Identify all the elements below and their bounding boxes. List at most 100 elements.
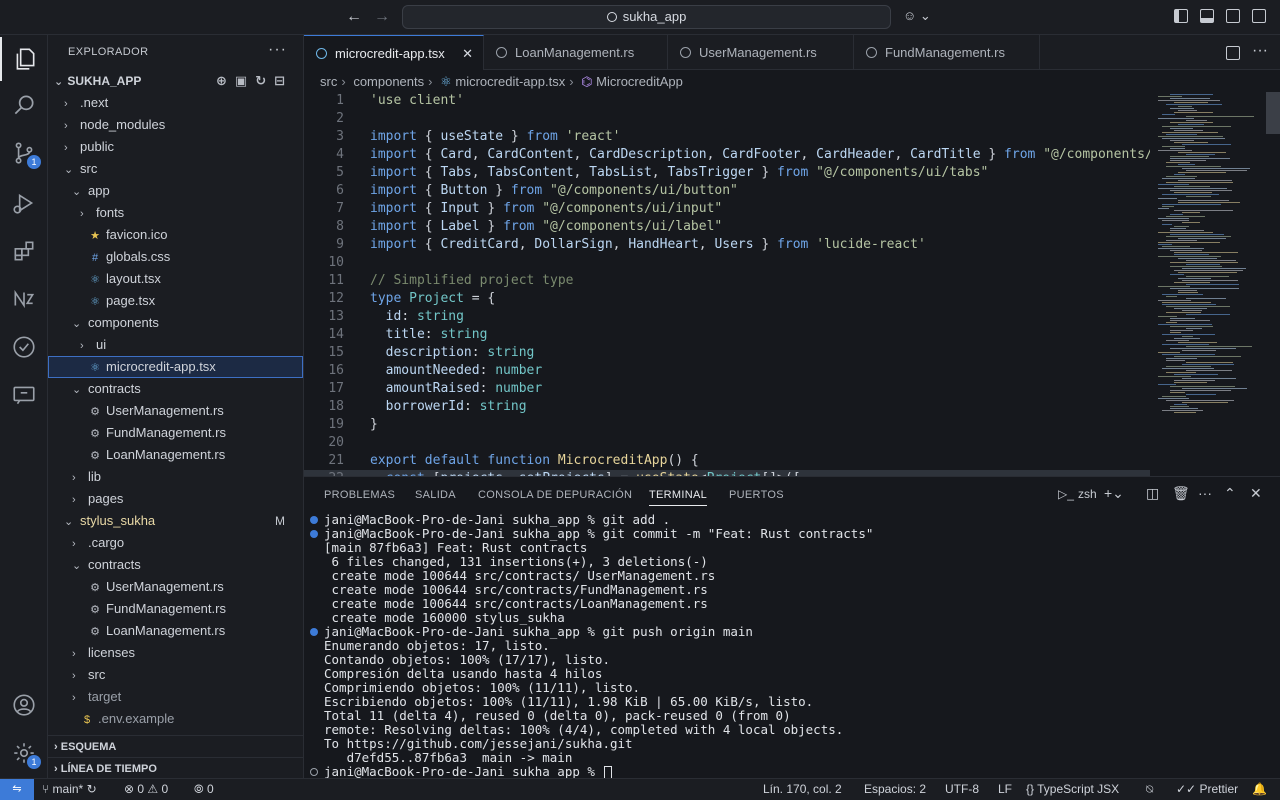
- more-actions-icon[interactable]: ···: [1252, 42, 1268, 60]
- tab-user-management[interactable]: UserManagement.rs: [668, 35, 854, 70]
- branch-status[interactable]: ⑂ main* ↻: [42, 779, 97, 800]
- tree-item[interactable]: › lib: [48, 466, 303, 488]
- explorer-actions[interactable]: ⊕▣↻⊟: [216, 70, 293, 92]
- tree-item[interactable]: ⌄ app: [48, 180, 303, 202]
- tree-item[interactable]: › licenses: [48, 642, 303, 664]
- tree-item[interactable]: › fonts: [48, 202, 303, 224]
- back-arrow-icon[interactable]: ←: [346, 8, 362, 26]
- breadcrumb-item[interactable]: src: [320, 74, 337, 89]
- tab-fund-management[interactable]: FundManagement.rs: [854, 35, 1040, 70]
- tree-item[interactable]: $ .env.example: [48, 708, 303, 730]
- tree-item[interactable]: › pages: [48, 488, 303, 510]
- toggle-secondary-sidebar-icon[interactable]: [1226, 9, 1240, 23]
- customize-layout-icon[interactable]: [1252, 9, 1266, 23]
- tree-item[interactable]: ⚛ layout.tsx: [48, 268, 303, 290]
- tree-item[interactable]: › .next: [48, 92, 303, 114]
- tree-item[interactable]: ⚙ LoanManagement.rs: [48, 620, 303, 642]
- account-icon[interactable]: [0, 683, 48, 727]
- more-actions-icon[interactable]: ···: [1198, 485, 1212, 501]
- split-editor-icon[interactable]: [1226, 46, 1240, 60]
- tree-item[interactable]: ⌄ src: [48, 158, 303, 180]
- tab-loan-management[interactable]: LoanManagement.rs: [484, 35, 668, 70]
- code-line: 1 'use client': [304, 92, 1150, 110]
- forward-arrow-icon[interactable]: →: [374, 8, 390, 26]
- tab-problems[interactable]: PROBLEMAS: [324, 489, 395, 501]
- tree-item[interactable]: › public: [48, 136, 303, 158]
- tree-item[interactable]: ⌄ stylus_sukha M: [48, 510, 303, 532]
- search-view-icon[interactable]: [0, 83, 48, 127]
- tree-item[interactable]: › node_modules: [48, 114, 303, 136]
- tree-item-label: app: [88, 183, 110, 198]
- minimap-line: [1166, 166, 1221, 167]
- editor-scrollbar[interactable]: [1266, 92, 1280, 134]
- tree-item[interactable]: › ui: [48, 334, 303, 356]
- tree-item[interactable]: ⚙ UserManagement.rs: [48, 576, 303, 598]
- ports-status[interactable]: ⦾ 0: [194, 779, 214, 800]
- workspace-root[interactable]: ⌄ SUKHA_APP ⊕▣↻⊟: [48, 70, 303, 92]
- tab-terminal[interactable]: TERMINAL: [649, 489, 708, 506]
- new-terminal-icon[interactable]: +⌄: [1104, 485, 1124, 502]
- tree-item[interactable]: ⚙ LoanManagement.rs: [48, 444, 303, 466]
- breadcrumb-item[interactable]: microcredit-app.tsx: [455, 74, 565, 89]
- run-debug-icon[interactable]: [0, 181, 48, 225]
- remote-indicator-icon[interactable]: ⇋: [0, 779, 34, 800]
- tree-item[interactable]: ⚛ microcredit-app.tsx: [48, 356, 303, 378]
- cursor-position[interactable]: Lín. 170, col. 2: [763, 779, 842, 800]
- breadcrumb-item[interactable]: MicrocreditApp: [596, 74, 683, 89]
- tree-item[interactable]: # globals.css: [48, 246, 303, 268]
- tab-ports[interactable]: PUERTOS: [729, 489, 784, 501]
- end-of-line[interactable]: LF: [998, 779, 1012, 800]
- tree-item[interactable]: ⌄ contracts: [48, 554, 303, 576]
- extensions-icon[interactable]: [0, 229, 48, 273]
- explorer-icon[interactable]: [0, 37, 48, 81]
- tree-item[interactable]: › src: [48, 664, 303, 686]
- bell-off-icon[interactable]: ⍉: [1146, 779, 1153, 800]
- tree-item[interactable]: › target: [48, 686, 303, 708]
- settings-gear-icon[interactable]: 1: [0, 731, 48, 775]
- chat-icon[interactable]: [0, 373, 48, 417]
- command-center-search[interactable]: sukha_app: [402, 5, 891, 29]
- problems-status[interactable]: ⊗ 0 ⚠ 0: [124, 779, 168, 800]
- timeline-section[interactable]: › LÍNEA DE TIEMPO: [48, 757, 303, 779]
- split-terminal-icon[interactable]: ◫: [1146, 485, 1159, 502]
- outline-section[interactable]: › ESQUEMA: [48, 735, 303, 757]
- code-editor[interactable]: 1 'use client' 2 3 import { useState } from …: [304, 92, 1150, 476]
- tab-output[interactable]: SALIDA: [415, 489, 456, 501]
- copilot-icon[interactable]: ☺ ⌄: [903, 8, 931, 24]
- tree-item[interactable]: ⚛ page.tsx: [48, 290, 303, 312]
- minimap[interactable]: [1150, 92, 1266, 476]
- breadcrumb-item[interactable]: components: [353, 74, 424, 89]
- minimap-line: [1162, 114, 1175, 115]
- remote-explorer-icon[interactable]: [0, 277, 48, 321]
- toggle-primary-sidebar-icon[interactable]: [1174, 9, 1188, 23]
- indentation[interactable]: Espacios: 2: [864, 779, 926, 800]
- minimap-line: [1178, 172, 1226, 173]
- tree-item[interactable]: ⚙ FundManagement.rs: [48, 422, 303, 444]
- tree-item[interactable]: ⚙ FundManagement.rs: [48, 598, 303, 620]
- toggle-panel-icon[interactable]: [1200, 9, 1214, 23]
- terminal-output[interactable]: jani@MacBook-Pro-de-Jani sukha_app % git…: [310, 513, 1270, 779]
- timeline-label: LÍNEA DE TIEMPO: [60, 763, 157, 775]
- minimap-line: [1178, 278, 1211, 279]
- trash-icon[interactable]: 🗑: [1172, 485, 1190, 502]
- tree-item[interactable]: ⚙ UserManagement.rs: [48, 400, 303, 422]
- shell-name[interactable]: zsh: [1078, 487, 1097, 501]
- more-actions-icon[interactable]: ···: [268, 41, 287, 59]
- code-token: TabsList: [589, 165, 652, 180]
- tree-item[interactable]: › .cargo: [48, 532, 303, 554]
- tree-item[interactable]: ⌄ contracts: [48, 378, 303, 400]
- language-mode[interactable]: {} TypeScript JSX: [1026, 779, 1119, 800]
- tree-item[interactable]: ⌄ components: [48, 312, 303, 334]
- tab-microcredit-app[interactable]: microcredit-app.tsx ✕: [304, 35, 484, 70]
- terminal-shell-icon[interactable]: ▷_: [1058, 487, 1074, 501]
- close-icon[interactable]: ✕: [1250, 485, 1262, 502]
- source-control-icon[interactable]: 1: [0, 131, 48, 175]
- notifications-icon[interactable]: 🔔: [1252, 779, 1267, 800]
- encoding[interactable]: UTF-8: [945, 779, 979, 800]
- maximize-panel-icon[interactable]: ⌃: [1224, 485, 1236, 502]
- testing-icon[interactable]: [0, 325, 48, 369]
- prettier-status[interactable]: ✓✓ Prettier: [1176, 779, 1238, 800]
- tab-debug-console[interactable]: CONSOLA DE DEPURACIÓN: [478, 489, 632, 501]
- close-icon[interactable]: ✕: [462, 36, 473, 71]
- tree-item[interactable]: ★ favicon.ico: [48, 224, 303, 246]
